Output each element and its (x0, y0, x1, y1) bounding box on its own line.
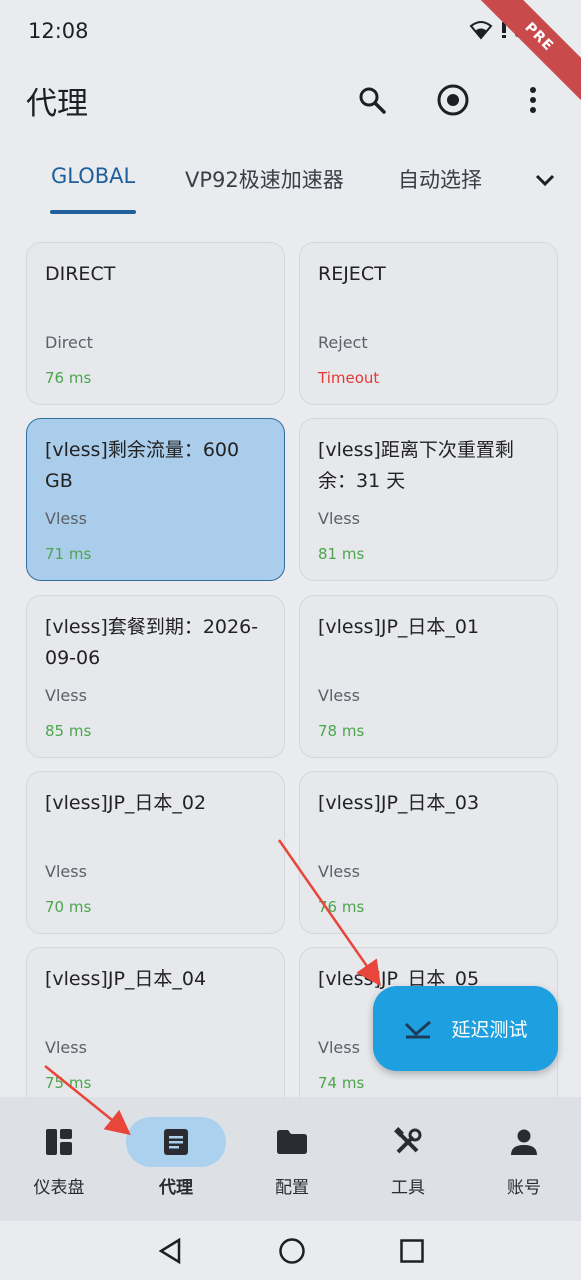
tab-vp92[interactable]: VP92极速加速器 (185, 164, 344, 194)
nav-label: 配置 (275, 1178, 309, 1198)
nav-pill (242, 1117, 342, 1167)
latency-test-button[interactable]: 延迟测试 (373, 986, 558, 1071)
home-circle-icon (279, 1238, 305, 1264)
system-navigation (0, 1221, 581, 1280)
proxy-name: [vless]距离下次重置剩余：31 天 (318, 439, 514, 492)
proxy-card-jp-01[interactable]: [vless]JP_日本_01 Vless 78 ms (299, 595, 558, 758)
nav-label: 代理 (159, 1178, 193, 1198)
status-time: 12:08 (28, 19, 89, 43)
proxy-delay: 71 ms (45, 545, 92, 563)
proxy-delay: 76 ms (45, 369, 92, 387)
proxy-delay: 76 ms (318, 898, 365, 916)
target-icon (437, 84, 469, 116)
proxy-card-jp-03[interactable]: [vless]JP_日本_03 Vless 76 ms (299, 771, 558, 934)
proxy-card-jp-02[interactable]: [vless]JP_日本_02 Vless 70 ms (26, 771, 285, 934)
proxy-card-reset-days[interactable]: [vless]距离下次重置剩余：31 天 Vless 81 ms (299, 418, 558, 581)
back-triangle-icon (158, 1238, 181, 1264)
nav-pill (126, 1117, 226, 1167)
proxy-type: Vless (318, 686, 360, 705)
nav-profiles[interactable]: 配置 (242, 1117, 342, 1207)
nav-label: 账号 (507, 1178, 541, 1198)
proxy-grid: DIRECT Direct 76 ms REJECT Reject Timeou… (26, 242, 558, 1102)
proxy-name: [vless]JP_日本_02 (45, 792, 207, 814)
search-icon (359, 87, 386, 114)
nav-label: 仪表盘 (33, 1178, 85, 1198)
proxy-type: Reject (318, 333, 368, 352)
more-options-button[interactable] (511, 78, 555, 122)
search-button[interactable] (350, 78, 394, 122)
proxy-card-direct[interactable]: DIRECT Direct 76 ms (26, 242, 285, 405)
folder-icon (277, 1130, 307, 1154)
app-bar: 代理 (0, 64, 581, 136)
proxy-name: [vless]JP_日本_01 (318, 616, 480, 638)
chevron-down-icon (535, 174, 555, 187)
proxy-type: Vless (318, 509, 360, 528)
tab-auto-select[interactable]: 自动选择 (398, 164, 482, 194)
proxy-delay: 85 ms (45, 722, 92, 740)
proxy-delay: Timeout (318, 369, 380, 387)
nav-tools[interactable]: 工具 (358, 1117, 458, 1207)
nav-label: 工具 (391, 1178, 425, 1198)
recents-square-icon (400, 1239, 424, 1263)
list-icon (164, 1129, 188, 1155)
proxy-card-reject[interactable]: REJECT Reject Timeout (299, 242, 558, 405)
group-tabs: GLOBAL VP92极速加速器 自动选择 (0, 148, 581, 218)
more-vert-icon (530, 87, 536, 113)
proxy-name: [vless]套餐到期：2026-09-06 (45, 616, 259, 669)
proxy-type: Direct (45, 333, 93, 352)
nav-pill (9, 1117, 109, 1167)
nav-pill (358, 1117, 458, 1167)
proxy-delay: 75 ms (45, 1074, 92, 1092)
tab-indicator (50, 210, 136, 214)
proxy-name: [vless]JP_日本_04 (45, 968, 207, 990)
proxy-delay: 70 ms (45, 898, 92, 916)
wifi-icon (469, 21, 493, 40)
home-button[interactable] (276, 1235, 308, 1267)
proxy-type: Vless (318, 862, 360, 881)
latency-test-label: 延迟测试 (451, 1019, 528, 1041)
proxy-type: Vless (45, 509, 87, 528)
tab-global[interactable]: GLOBAL (51, 164, 135, 188)
proxy-type: Vless (45, 1038, 87, 1057)
proxy-name: [vless]JP_日本_03 (318, 792, 480, 814)
speed-test-icon (405, 1020, 432, 1038)
status-bar: 12:08 PRE (0, 0, 581, 105)
bottom-navigation: 仪表盘 代理 配置 工具 账号 (0, 1097, 581, 1221)
dashboard-icon (46, 1129, 72, 1155)
locate-button[interactable] (431, 78, 475, 122)
proxy-card-traffic-remaining[interactable]: [vless]剩余流量：600 GB Vless 71 ms (26, 418, 285, 581)
proxy-delay: 81 ms (318, 545, 365, 563)
page-title: 代理 (26, 86, 88, 122)
proxy-name: REJECT (318, 263, 386, 285)
back-button[interactable] (154, 1235, 186, 1267)
nav-pill (474, 1117, 574, 1167)
recents-button[interactable] (396, 1235, 428, 1267)
proxy-delay: 78 ms (318, 722, 365, 740)
proxy-type: Vless (45, 862, 87, 881)
person-icon (511, 1129, 537, 1155)
proxy-name: DIRECT (45, 263, 116, 285)
proxy-type: Vless (45, 686, 87, 705)
proxy-delay: 74 ms (318, 1074, 365, 1092)
proxy-name: [vless]剩余流量：600 GB (45, 439, 240, 492)
tabs-expand-button[interactable] (529, 164, 561, 196)
nav-proxy[interactable]: 代理 (126, 1117, 226, 1207)
proxy-type: Vless (318, 1038, 360, 1057)
proxy-card-jp-04[interactable]: [vless]JP_日本_04 Vless 75 ms (26, 947, 285, 1102)
tools-icon (394, 1127, 422, 1154)
proxy-card-plan-expiry[interactable]: [vless]套餐到期：2026-09-06 Vless 85 ms (26, 595, 285, 758)
nav-account[interactable]: 账号 (474, 1117, 574, 1207)
nav-dashboard[interactable]: 仪表盘 (9, 1117, 109, 1207)
